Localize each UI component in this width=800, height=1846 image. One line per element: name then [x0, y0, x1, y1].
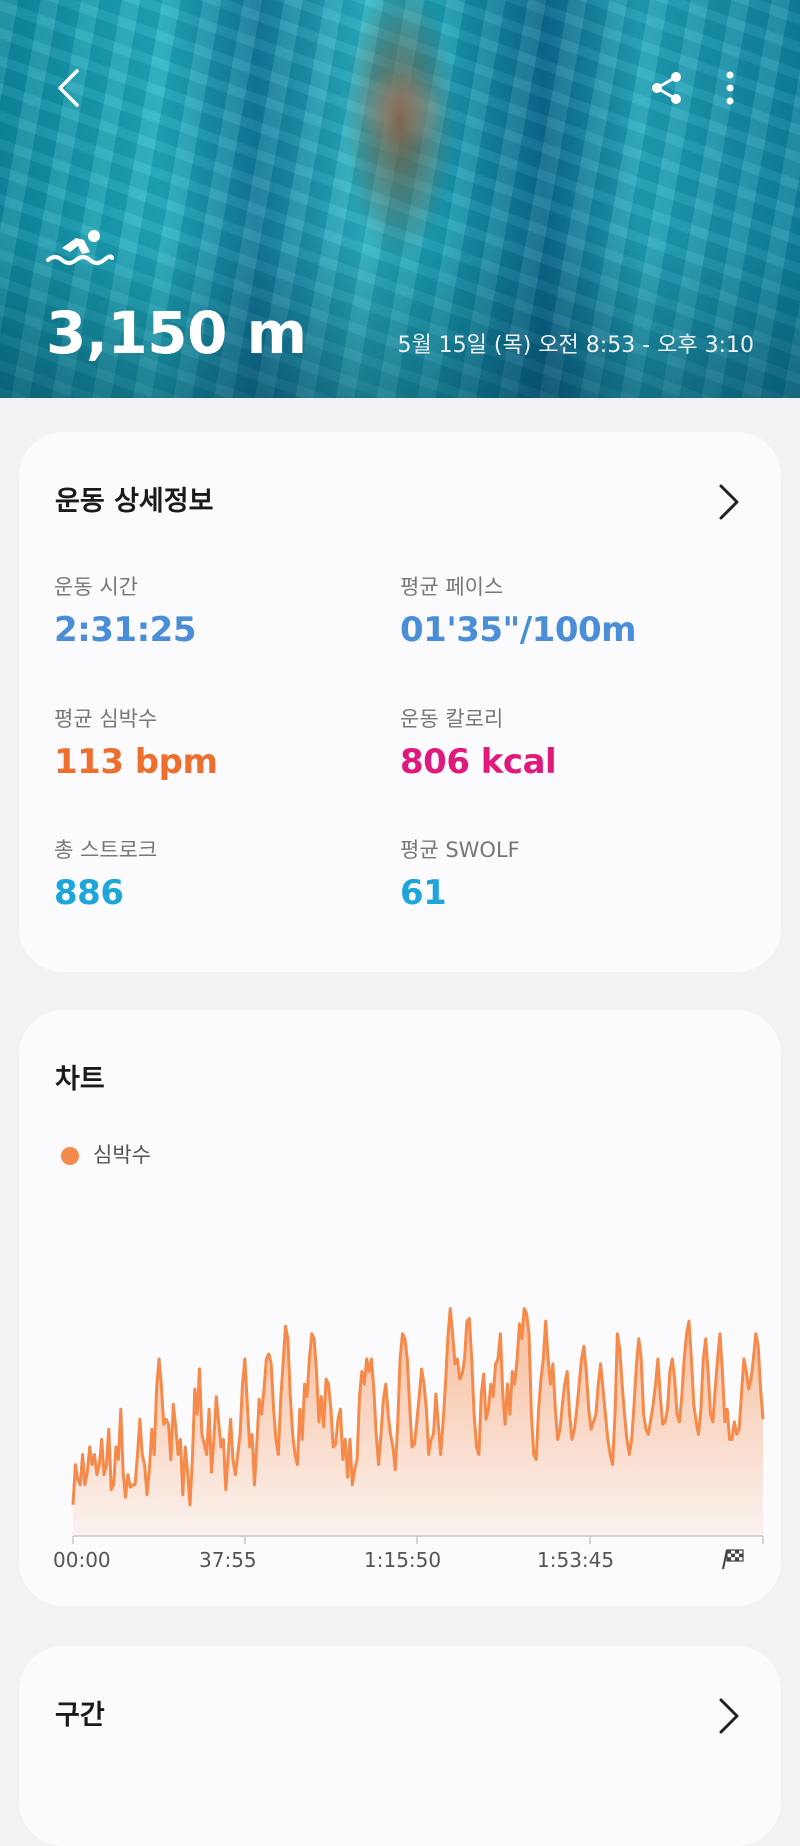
sections-card: 구간: [19, 1646, 781, 1846]
hero-photo: 3,150 m 5월 15일 (목) 오전 8:53 - 오후 3:10: [0, 0, 800, 398]
stat-value-calories: 806 kcal: [400, 742, 557, 782]
x-tick-label: 1:53:45: [537, 1548, 615, 1572]
stat-label-avg-heart-rate: 평균 심박수: [54, 707, 158, 731]
swimming-icon: [46, 230, 114, 265]
x-tick-label: 37:55: [199, 1548, 257, 1572]
details-open-button[interactable]: [713, 482, 743, 522]
stat-value-avg-swolf: 61: [400, 873, 447, 913]
total-distance: 3,150 m: [46, 299, 307, 367]
chevron-right-icon: [719, 1698, 739, 1734]
details-title: 운동 상세정보: [55, 486, 214, 517]
stat-value-avg-heart-rate: 113 bpm: [54, 742, 218, 782]
checkered-flag-icon: [722, 1549, 744, 1570]
stat-value-total-strokes: 886: [54, 873, 124, 913]
sections-open-button[interactable]: [713, 1696, 743, 1736]
chart-title: 차트: [55, 1064, 105, 1095]
stat-label-total-strokes: 총 스트로크: [54, 838, 158, 862]
stat-label-avg-pace: 평균 페이스: [400, 575, 504, 599]
heart-rate-chart[interactable]: [47, 1290, 777, 1544]
stat-label-duration: 운동 시간: [54, 575, 138, 599]
stat-label-calories: 운동 칼로리: [400, 707, 504, 731]
chevron-right-icon: [719, 484, 739, 520]
workout-datetime: 5월 15일 (목) 오전 8:53 - 오후 3:10: [397, 333, 754, 358]
share-button[interactable]: [645, 64, 689, 112]
share-icon: [652, 72, 681, 104]
stat-value-duration: 2:31:25: [54, 610, 196, 650]
x-tick-label: 1:15:50: [364, 1548, 442, 1572]
x-tick-label: 00:00: [53, 1548, 111, 1572]
chart-axis-layer: [72, 1535, 764, 1544]
more-options-button[interactable]: [712, 64, 748, 112]
legend-dot-heart-rate: [61, 1147, 79, 1165]
sections-title: 구간: [55, 1700, 105, 1731]
chevron-left-icon: [58, 69, 79, 107]
stat-label-avg-swolf: 평균 SWOLF: [400, 838, 520, 862]
legend-label-heart-rate: 심박수: [93, 1143, 151, 1167]
back-button[interactable]: [44, 64, 92, 112]
chart-area-layer: [71, 1307, 765, 1535]
more-vertical-icon: [726, 71, 734, 105]
stat-value-avg-pace: 01'35"/100m: [400, 610, 637, 650]
chart-card: 차트 심박수 00:00 37:55 1:15:50 1:53:45: [19, 1010, 781, 1606]
workout-details-card: 운동 상세정보 운동 시간 2:31:25 평균 페이스 01'35"/100m…: [19, 432, 781, 972]
